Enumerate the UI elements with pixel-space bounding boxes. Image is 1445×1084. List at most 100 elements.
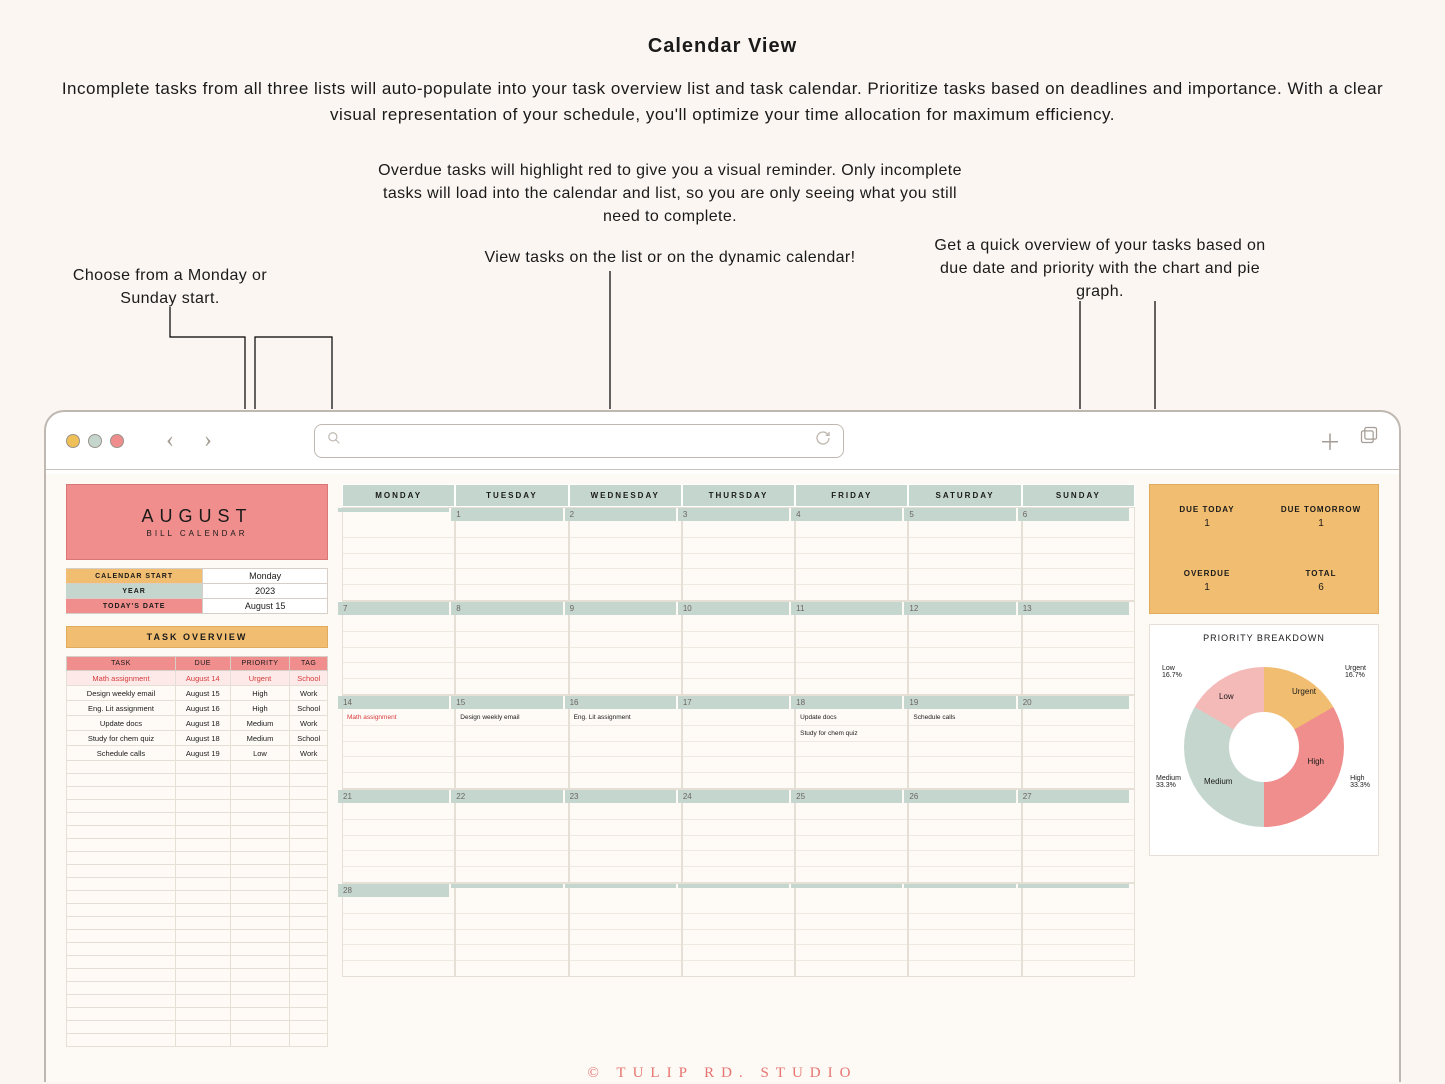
address-bar[interactable]	[314, 424, 844, 458]
calendar-cell[interactable]: 15Design weekly email	[455, 695, 568, 789]
day-number: 16	[565, 696, 676, 709]
table-row[interactable]	[67, 982, 328, 995]
new-tab-icon[interactable]: ＋	[1319, 425, 1341, 457]
calendar-cell[interactable]	[1022, 883, 1135, 977]
calendar-cell[interactable]	[342, 507, 455, 601]
table-row[interactable]: Schedule callsAugust 19LowWork	[67, 746, 328, 761]
calendar-cell[interactable]: 11	[795, 601, 908, 695]
cell-empty	[230, 1034, 290, 1047]
table-row[interactable]: Math assignmentAugust 14UrgentSchool	[67, 671, 328, 686]
calendar-slot	[909, 820, 1020, 836]
calendar-cell[interactable]: 1	[455, 507, 568, 601]
table-row[interactable]	[67, 826, 328, 839]
calendar-slot	[796, 679, 907, 694]
table-row[interactable]	[67, 878, 328, 891]
calendar-cell[interactable]: 25	[795, 789, 908, 883]
calendar-cell[interactable]: 27	[1022, 789, 1135, 883]
table-row[interactable]	[67, 813, 328, 826]
traffic-lights[interactable]	[66, 434, 124, 448]
calendar-cell[interactable]: 24	[682, 789, 795, 883]
calendar-cell[interactable]: 20	[1022, 695, 1135, 789]
table-row[interactable]	[67, 839, 328, 852]
calendar-cell[interactable]: 21	[342, 789, 455, 883]
calendar-cell[interactable]: 3	[682, 507, 795, 601]
calendar-cell[interactable]: 23	[569, 789, 682, 883]
reload-icon[interactable]	[815, 430, 831, 451]
calendar-start-select[interactable]: Monday	[203, 569, 328, 584]
forward-button[interactable]: ›	[196, 427, 220, 454]
calendar-slot	[909, 663, 1020, 679]
calendar-cell[interactable]: 28	[342, 883, 455, 977]
calendar-cell[interactable]: 9	[569, 601, 682, 695]
cell-due: August 19	[175, 746, 230, 761]
calendar-cell[interactable]: 10	[682, 601, 795, 695]
calendar-cell[interactable]	[682, 883, 795, 977]
tabs-icon[interactable]	[1359, 425, 1379, 457]
table-row[interactable]	[67, 1034, 328, 1047]
table-row[interactable]: Design weekly emailAugust 15HighWork	[67, 686, 328, 701]
table-row[interactable]	[67, 917, 328, 930]
table-row[interactable]	[67, 787, 328, 800]
table-row[interactable]	[67, 852, 328, 865]
cell-empty	[175, 761, 230, 774]
calendar-slot	[343, 757, 454, 773]
calendar-cell[interactable]: 2	[569, 507, 682, 601]
calendar-cell[interactable]	[455, 883, 568, 977]
table-row[interactable]	[67, 969, 328, 982]
table-row[interactable]	[67, 995, 328, 1008]
back-button[interactable]: ‹	[158, 427, 182, 454]
traffic-close-icon[interactable]	[110, 434, 124, 448]
callout-start-day: Choose from a Monday or Sunday start.	[55, 264, 285, 310]
table-row[interactable]: Eng. Lit assignmentAugust 16HighSchool	[67, 701, 328, 716]
calendar-cell[interactable]	[795, 883, 908, 977]
table-row[interactable]	[67, 943, 328, 956]
cell-empty	[290, 787, 328, 800]
cell-empty	[230, 956, 290, 969]
calendar-cell[interactable]: 4	[795, 507, 908, 601]
calendar-cell[interactable]: 13	[1022, 601, 1135, 695]
table-row[interactable]	[67, 1021, 328, 1034]
calendar-cell[interactable]: 22	[455, 789, 568, 883]
calendar-cell[interactable]: 19Schedule calls	[908, 695, 1021, 789]
day-header: MONDAY	[342, 484, 455, 507]
calendar-cell[interactable]: 6	[1022, 507, 1135, 601]
calendar-slot	[796, 538, 907, 554]
calendar-start-label: CALENDAR START	[66, 569, 203, 584]
calendar-cell[interactable]: 8	[455, 601, 568, 695]
calendar-cell[interactable]	[908, 883, 1021, 977]
day-number	[451, 884, 562, 888]
table-row[interactable]	[67, 930, 328, 943]
calendar-cell[interactable]	[569, 883, 682, 977]
table-row[interactable]	[67, 904, 328, 917]
cell-empty	[230, 904, 290, 917]
calendar-slot	[796, 773, 907, 788]
calendar-cell[interactable]: 18Update docsStudy for chem quiz	[795, 695, 908, 789]
cell-empty	[67, 761, 176, 774]
due-today-label: DUE TODAY	[1179, 505, 1234, 514]
table-row[interactable]: Update docsAugust 18MediumWork	[67, 716, 328, 731]
calendar-cell[interactable]: 17	[682, 695, 795, 789]
traffic-maximize-icon[interactable]	[88, 434, 102, 448]
calendar-cell[interactable]: 12	[908, 601, 1021, 695]
calendar-cell[interactable]: 26	[908, 789, 1021, 883]
table-row[interactable]	[67, 774, 328, 787]
traffic-minimize-icon[interactable]	[66, 434, 80, 448]
calendar-cell[interactable]: 7	[342, 601, 455, 695]
table-row[interactable]	[67, 891, 328, 904]
calendar-cell[interactable]: 14Math assignment	[342, 695, 455, 789]
table-row[interactable]	[67, 865, 328, 878]
table-row[interactable]	[67, 761, 328, 774]
calendar-cell[interactable]: 16Eng. Lit assignment	[569, 695, 682, 789]
calendar-slot: Design weekly email	[456, 710, 567, 726]
table-row[interactable]	[67, 956, 328, 969]
day-number: 1	[451, 508, 562, 521]
year-input[interactable]: 2023	[203, 584, 328, 599]
table-row[interactable]	[67, 1008, 328, 1021]
calendar-slot	[570, 820, 681, 836]
calendar-slot	[683, 742, 794, 758]
calendar-cell[interactable]: 5	[908, 507, 1021, 601]
table-row[interactable]	[67, 800, 328, 813]
table-row[interactable]: Study for chem quizAugust 18MediumSchool	[67, 731, 328, 746]
calendar-slot	[683, 820, 794, 836]
cell-priority: Low	[230, 746, 290, 761]
